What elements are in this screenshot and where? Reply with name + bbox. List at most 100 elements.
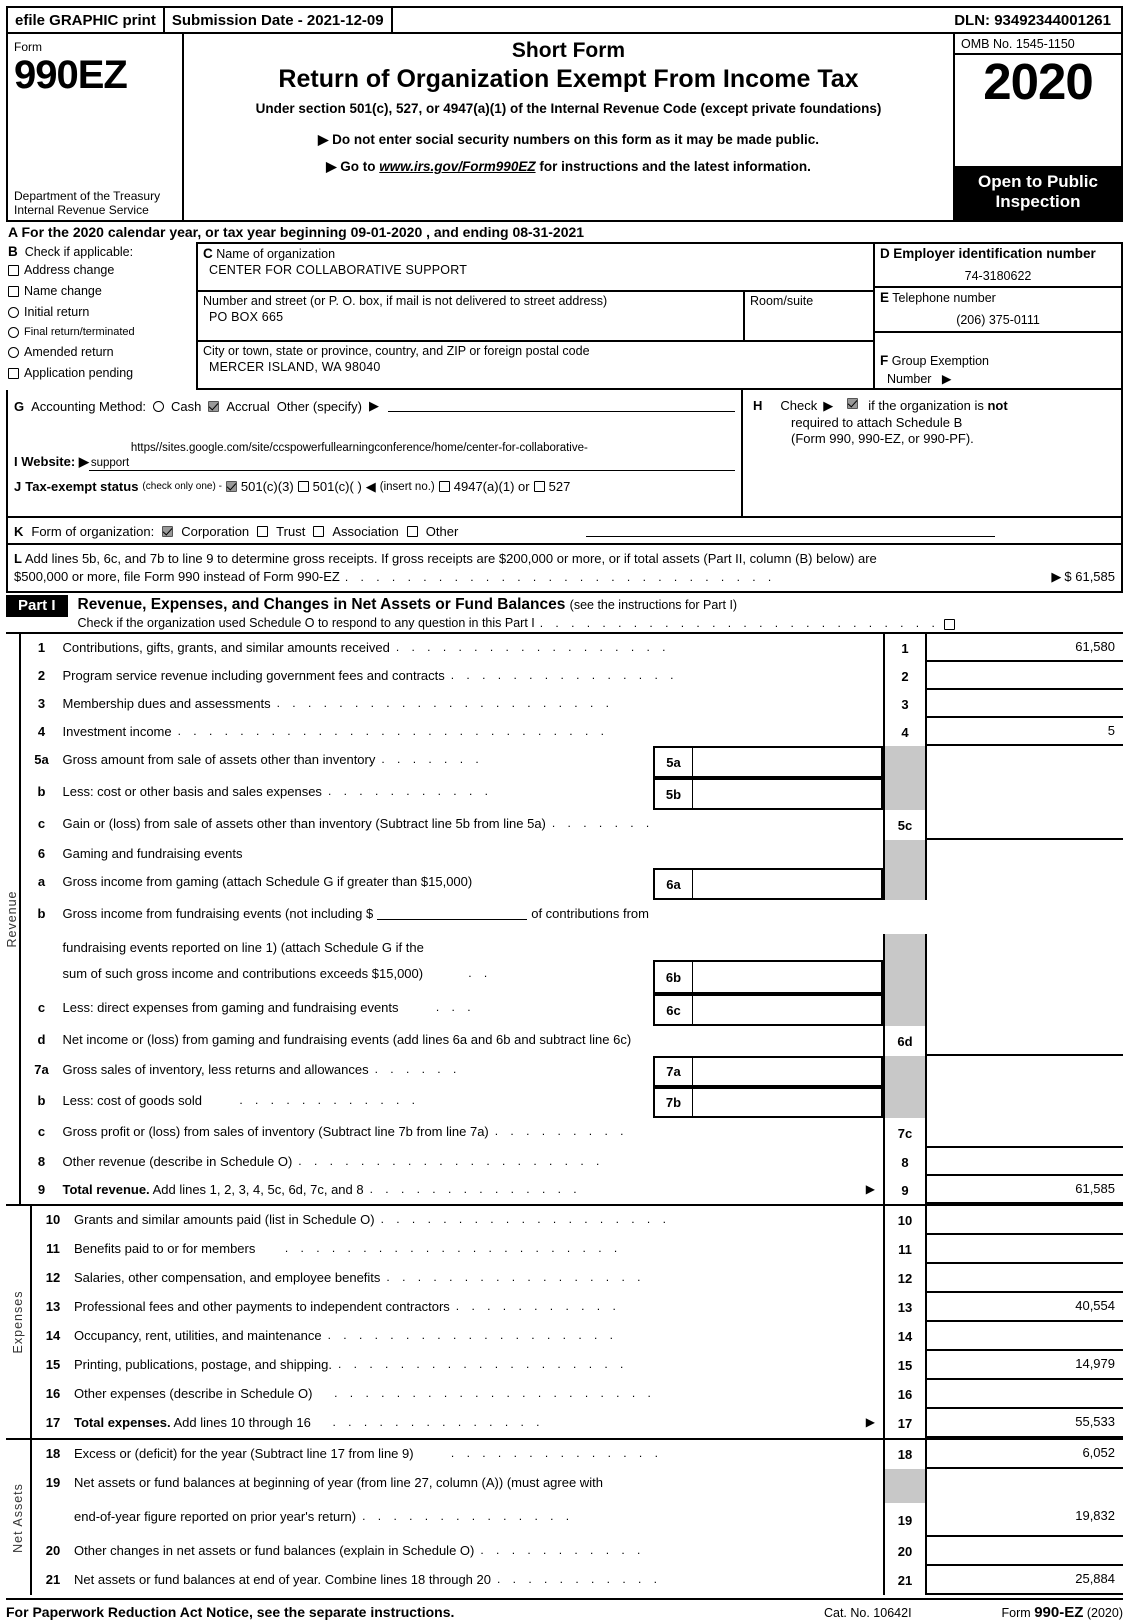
line-amount[interactable]: 61,580 xyxy=(927,634,1123,663)
table-row: 5a Gross amount from sale of assets othe… xyxy=(21,746,1124,779)
table-row: 14 Occupancy, rent, utilities, and maint… xyxy=(32,1322,1123,1352)
checkbox-trust-icon[interactable] xyxy=(257,526,269,537)
table-row: 19 Net assets or fund balances at beginn… xyxy=(32,1469,1123,1504)
checkbox-accrual-icon[interactable] xyxy=(208,400,220,412)
checkbox-schedule-b-icon[interactable] xyxy=(847,398,859,409)
irs-form990ez-link[interactable]: www.irs.gov/Form990EZ xyxy=(379,159,535,174)
line-amount[interactable]: 5 xyxy=(927,718,1123,747)
street-value: PO BOX 665 xyxy=(209,310,284,324)
line-number: 13 xyxy=(45,1299,61,1315)
line-amount[interactable] xyxy=(927,1537,1123,1567)
line-amount[interactable] xyxy=(927,1206,1123,1236)
checkbox-cash-icon[interactable] xyxy=(153,400,165,412)
checkbox-label: Application pending xyxy=(24,366,134,380)
checkbox-other-org-icon[interactable] xyxy=(406,526,418,537)
section-h-letter: H xyxy=(753,398,763,413)
leader-dots: . . . . . . . . . . . xyxy=(496,1572,662,1587)
inner-line-input[interactable] xyxy=(693,1056,883,1088)
checkbox-icon[interactable] xyxy=(8,264,19,276)
section-b-checkboxes: B Check if applicable: Address change Na… xyxy=(6,242,196,390)
line-ref-number: 13 xyxy=(883,1293,927,1323)
line-number: b xyxy=(37,784,46,800)
inner-line-input[interactable] xyxy=(693,960,883,995)
line-amount[interactable]: 55,533 xyxy=(927,1409,1123,1439)
line-amount[interactable]: 14,979 xyxy=(927,1351,1123,1381)
inner-line-label: 7b xyxy=(653,1087,693,1119)
inner-line-input[interactable] xyxy=(693,778,883,811)
checkbox-address-change[interactable]: Address change xyxy=(8,263,192,277)
section-k-form-of-organization: K Form of organization: Corporation Trus… xyxy=(8,518,1121,545)
line-amount[interactable] xyxy=(927,662,1123,691)
inner-line-input[interactable] xyxy=(693,746,883,779)
website-url-field[interactable]: https//sites.google.com/site/ccspowerful… xyxy=(88,440,735,471)
line-amount[interactable] xyxy=(927,1026,1123,1057)
paperwork-reduction-notice: For Paperwork Reduction Act Notice, see … xyxy=(6,1604,455,1621)
inner-line-label: 6a xyxy=(653,868,693,901)
leader-dots: . . . . . . . . . . . . . . xyxy=(419,1446,663,1461)
checkbox-icon[interactable] xyxy=(8,367,19,379)
inner-line-label: 5a xyxy=(653,746,693,779)
line-description: Contributions, gifts, grants, and simila… xyxy=(63,634,884,662)
other-org-input[interactable] xyxy=(586,527,995,537)
checkbox-527-icon[interactable] xyxy=(533,481,545,493)
line-amount[interactable] xyxy=(927,690,1123,719)
street-cell: Number and street (or P. O. box, if mail… xyxy=(198,292,745,340)
checkbox-icon[interactable] xyxy=(8,326,19,338)
table-row: 2 Program service revenue including gove… xyxy=(21,662,1123,691)
checkbox-501c-icon[interactable] xyxy=(297,481,309,493)
leader-dots: . . . . . . . . . . . . . . . . . xyxy=(386,1270,645,1285)
line-amount[interactable] xyxy=(927,1235,1123,1265)
other-specify-input[interactable] xyxy=(388,401,735,412)
checkbox-icon[interactable] xyxy=(8,346,19,358)
line-amount[interactable]: 61,585 xyxy=(927,1176,1123,1205)
footer-form-year: (2020) xyxy=(1083,1606,1123,1621)
line-ref-number: 18 xyxy=(883,1440,927,1470)
checkbox-schedule-o-icon[interactable] xyxy=(944,619,956,631)
triangle-bullet-icon: ▶ xyxy=(317,132,329,148)
checkbox-corporation-icon[interactable] xyxy=(162,526,174,537)
total-revenue-rest: Add lines 1, 2, 3, 4, 5c, 6d, 7c, and 8 xyxy=(149,1182,364,1198)
checkbox-amended-return[interactable]: Amended return xyxy=(8,345,192,359)
checkbox-name-change[interactable]: Name change xyxy=(8,284,192,298)
line-amount[interactable] xyxy=(927,1380,1123,1410)
section-l-line2: $500,000 or more, file Form 990 instead … xyxy=(14,568,1115,586)
inner-line-input[interactable] xyxy=(693,994,883,1027)
form-title: Return of Organization Exempt From Incom… xyxy=(278,65,859,94)
section-gh-row: G Accounting Method: Cash Accrual Other … xyxy=(8,390,1121,518)
checkbox-association-icon[interactable] xyxy=(313,526,325,537)
section-d-letter: D xyxy=(880,246,890,261)
line-description: Gross income from gaming (attach Schedul… xyxy=(63,868,654,900)
phone-label: E Telephone number xyxy=(880,290,1116,305)
goto-prefix: Go to xyxy=(340,159,380,175)
line-ref-number: 17 xyxy=(883,1409,927,1439)
table-row: 4 Investment income . . . . . . . . . . .… xyxy=(21,718,1123,747)
inner-line-input[interactable] xyxy=(693,1087,883,1119)
line-6b-text3: sum of such gross income and contributio… xyxy=(62,966,424,982)
checkbox-initial-return[interactable]: Initial return xyxy=(8,305,192,319)
line-amount[interactable] xyxy=(927,1118,1123,1149)
line-amount[interactable] xyxy=(927,1322,1123,1352)
section-i-label: I Website: ▶ xyxy=(14,454,89,471)
checkbox-501c3-icon[interactable] xyxy=(225,481,237,493)
line-a-letter: A xyxy=(8,224,18,240)
line-amount[interactable] xyxy=(927,1264,1123,1294)
line-amount[interactable]: 40,554 xyxy=(927,1293,1123,1323)
section-g-label: Accounting Method: xyxy=(31,398,147,414)
line-number: d xyxy=(37,1032,46,1048)
line-description: Program service revenue including govern… xyxy=(63,662,884,690)
checkbox-icon[interactable] xyxy=(8,285,19,297)
line-amount[interactable] xyxy=(927,810,1123,841)
line-amount[interactable]: 6,052 xyxy=(927,1440,1123,1470)
line-amount[interactable] xyxy=(927,1148,1123,1177)
line-amount[interactable]: 19,832 xyxy=(927,1503,1123,1538)
line-amount[interactable]: 25,884 xyxy=(927,1566,1123,1596)
checkbox-application-pending[interactable]: Application pending xyxy=(8,366,192,380)
table-row: 10 Grants and similar amounts paid (list… xyxy=(32,1206,1123,1236)
section-b-heading-text: Check if applicable: xyxy=(24,245,134,259)
checkbox-final-return-terminated[interactable]: Final return/terminated xyxy=(8,326,192,338)
line-ref-number: 3 xyxy=(883,690,927,719)
fundraising-contrib-input[interactable] xyxy=(377,906,528,921)
inner-line-input[interactable] xyxy=(693,868,883,901)
checkbox-4947a1-icon[interactable] xyxy=(438,481,450,493)
checkbox-icon[interactable] xyxy=(8,306,19,318)
